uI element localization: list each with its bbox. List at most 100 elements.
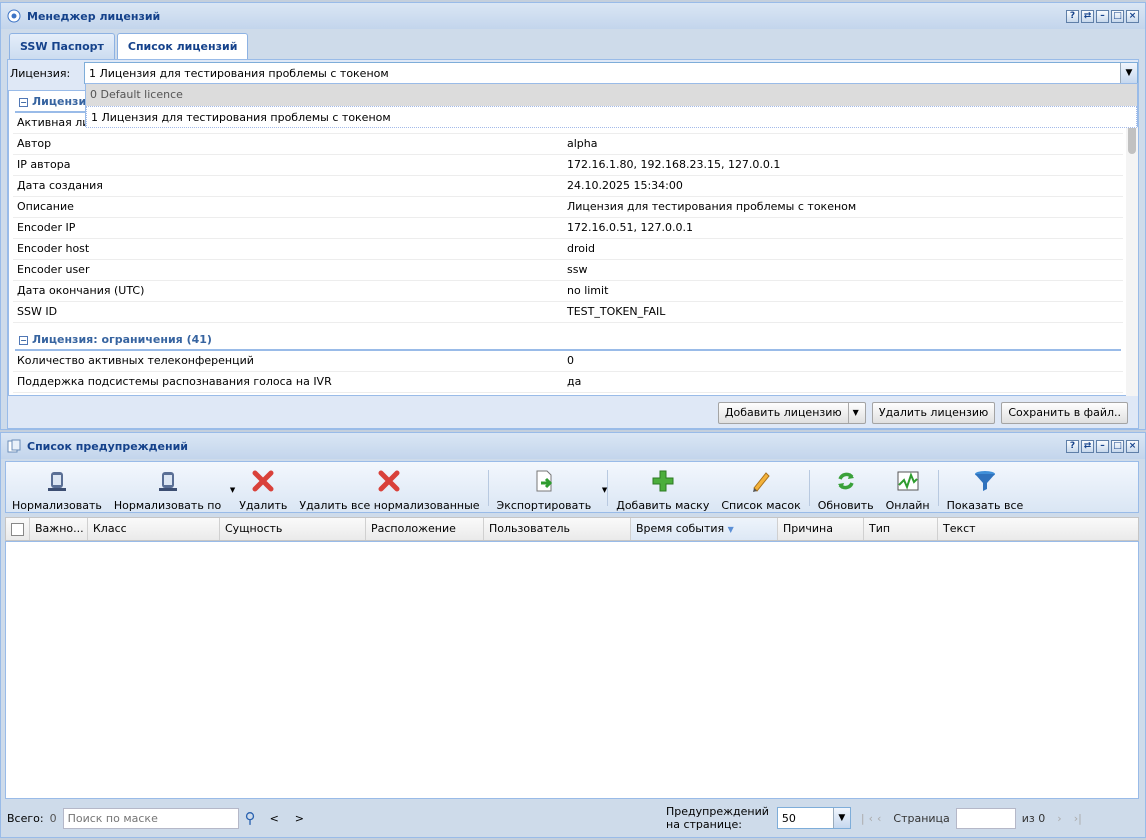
alerts-header[interactable]: Список предупреждений ? ⇄ – □ × — [1, 433, 1145, 459]
prev-page-icon[interactable]: ‹ — [877, 812, 881, 825]
help-icon[interactable]: ? — [1066, 9, 1079, 23]
add-mask-button[interactable]: Добавить маску — [610, 462, 715, 512]
property-row: Количество активных телеконференций 0 — [13, 351, 1123, 372]
minimize-icon[interactable]: – — [1096, 439, 1109, 453]
normalize-by-button[interactable]: Нормализовать по ▼ — [108, 462, 235, 512]
delete-all-normalized-button[interactable]: Удалить все нормализованные — [293, 462, 485, 512]
chevron-down-icon[interactable]: ▼ — [832, 808, 850, 828]
page-number-input[interactable] — [955, 807, 1016, 829]
refresh-icon[interactable]: ⇄ — [1081, 439, 1094, 453]
license-select[interactable]: 1 Лицензия для тестирования проблемы с т… — [84, 62, 1138, 84]
alerts-toolbar: Нормализовать Нормализовать по ▼ Удалить… — [5, 461, 1139, 513]
mask-list-icon — [748, 468, 774, 493]
property-name: Encoder host — [17, 242, 90, 255]
chevron-down-icon[interactable]: ▼ — [847, 403, 859, 423]
show-all-label: Показать все — [946, 499, 1024, 512]
dropdown-option[interactable]: 1 Лицензия для тестирования проблемы с т… — [86, 106, 1137, 128]
property-value: да — [567, 375, 582, 388]
window-title: Менеджер лицензий — [27, 9, 161, 23]
maximize-icon[interactable]: □ — [1111, 439, 1124, 453]
prev-mask-button[interactable]: < — [270, 812, 279, 825]
alerts-window: Список предупреждений ? ⇄ – □ × Нормализ… — [0, 432, 1146, 838]
group-title: Лицензия: ограничения (41) — [32, 333, 212, 346]
property-value: alpha — [567, 137, 598, 150]
add-mask-label: Добавить маску — [616, 499, 710, 512]
property-value: no limit — [567, 284, 609, 297]
mask-search-input[interactable] — [62, 807, 239, 829]
property-name: Encoder IP — [17, 221, 76, 234]
refresh-icon[interactable]: ⇄ — [1081, 9, 1094, 23]
close-icon[interactable]: × — [1126, 439, 1139, 453]
help-icon[interactable]: ? — [1066, 439, 1079, 453]
collapse-icon[interactable]: − — [19, 335, 28, 345]
dropdown-option[interactable]: 0 Default licence — [86, 84, 1137, 106]
column-type[interactable]: Тип — [864, 518, 938, 540]
column-class[interactable]: Класс — [88, 518, 220, 540]
filter-icon — [972, 468, 998, 493]
export-icon — [531, 468, 557, 493]
refresh-icon — [833, 468, 859, 493]
close-icon[interactable]: × — [1126, 9, 1139, 23]
last-page-icon[interactable]: ›| — [1074, 812, 1082, 825]
tab-license-list[interactable]: Список лицензий — [116, 33, 249, 60]
column-text[interactable]: Текст — [938, 518, 1138, 540]
first-page-icon[interactable]: |‹ — [861, 812, 877, 825]
property-row: Описание Лицензия для тестирования пробле… — [13, 197, 1123, 218]
column-location[interactable]: Расположение — [366, 518, 484, 540]
next-mask-button[interactable]: > — [295, 812, 304, 825]
page-label: Страница — [893, 811, 950, 825]
per-page-label-line2: на странице: — [666, 818, 742, 831]
group-header-limits[interactable]: − Лицензия: ограничения (41) — [15, 329, 1121, 351]
license-manager-header[interactable]: Менеджер лицензий ? ⇄ – □ × — [1, 3, 1145, 29]
maximize-icon[interactable]: □ — [1111, 9, 1124, 23]
column-entity[interactable]: Сущность — [220, 518, 366, 540]
toolbar-separator — [808, 470, 810, 506]
property-value: 0 — [567, 354, 574, 367]
search-icon[interactable]: ⚲ — [245, 809, 256, 827]
column-reason[interactable]: Причина — [778, 518, 864, 540]
column-event-time[interactable]: Время события ▼ — [631, 518, 778, 540]
export-button[interactable]: Экспортировать ▼ — [491, 462, 607, 512]
property-name: Автор — [17, 137, 52, 150]
property-value: droid — [567, 242, 596, 255]
property-row: Encoder IP 172.16.0.51, 127.0.0.1 — [13, 218, 1123, 239]
normalize-label: Нормализовать — [12, 499, 102, 512]
export-label: Экспортировать — [496, 499, 592, 512]
normalize-icon — [44, 468, 70, 493]
checkbox-icon[interactable] — [11, 523, 24, 536]
save-to-file-button[interactable]: Сохранить в файл.. — [1001, 402, 1128, 424]
mask-list-button[interactable]: Список масок — [715, 462, 806, 512]
normalize-by-label: Нормализовать по — [113, 499, 222, 512]
online-button[interactable]: Онлайн — [880, 462, 936, 512]
property-value: ssw — [567, 263, 588, 276]
delete-license-button[interactable]: Удалить лицензию — [871, 402, 996, 424]
show-all-button[interactable]: Показать все — [941, 462, 1030, 512]
online-icon — [895, 468, 921, 493]
delete-button[interactable]: Удалить — [233, 462, 293, 512]
property-value: Лицензия для тестирования проблемы с ток… — [567, 200, 857, 213]
normalize-by-icon — [155, 468, 181, 493]
add-license-label: Добавить лицензию — [724, 406, 842, 419]
add-license-button[interactable]: Добавить лицензию ▼ — [717, 402, 866, 424]
chevron-down-icon[interactable]: ▼ — [1120, 63, 1137, 83]
property-row: Дата окончания (UTC) no limit — [13, 281, 1123, 302]
column-importance[interactable]: Важно... — [30, 518, 88, 540]
minimize-icon[interactable]: – — [1096, 9, 1109, 23]
select-all-checkbox[interactable] — [6, 518, 30, 540]
collapse-icon[interactable]: − — [19, 97, 28, 107]
normalize-button[interactable]: Нормализовать — [6, 462, 108, 512]
license-manager-window: Менеджер лицензий ? ⇄ – □ × SSW Паспорт … — [0, 2, 1146, 430]
per-page-label: Предупреждений на странице: — [666, 805, 769, 831]
column-event-time-label: Время события — [636, 522, 725, 535]
column-user[interactable]: Пользователь — [484, 518, 631, 540]
property-name: Количество активных телеконференций — [17, 354, 254, 367]
license-manager-icon — [7, 9, 21, 23]
total-value: 0 — [49, 811, 57, 825]
alerts-window-icon — [7, 439, 21, 453]
tab-ssw-passport[interactable]: SSW Паспорт — [9, 33, 115, 59]
chevron-down-icon[interactable]: ▼ — [602, 486, 607, 494]
next-page-icon[interactable]: › — [1057, 812, 1061, 825]
grid-scrollbar[interactable] — [1126, 90, 1138, 396]
refresh-button[interactable]: Обновить — [812, 462, 880, 512]
per-page-select[interactable]: 50 ▼ — [776, 807, 851, 829]
